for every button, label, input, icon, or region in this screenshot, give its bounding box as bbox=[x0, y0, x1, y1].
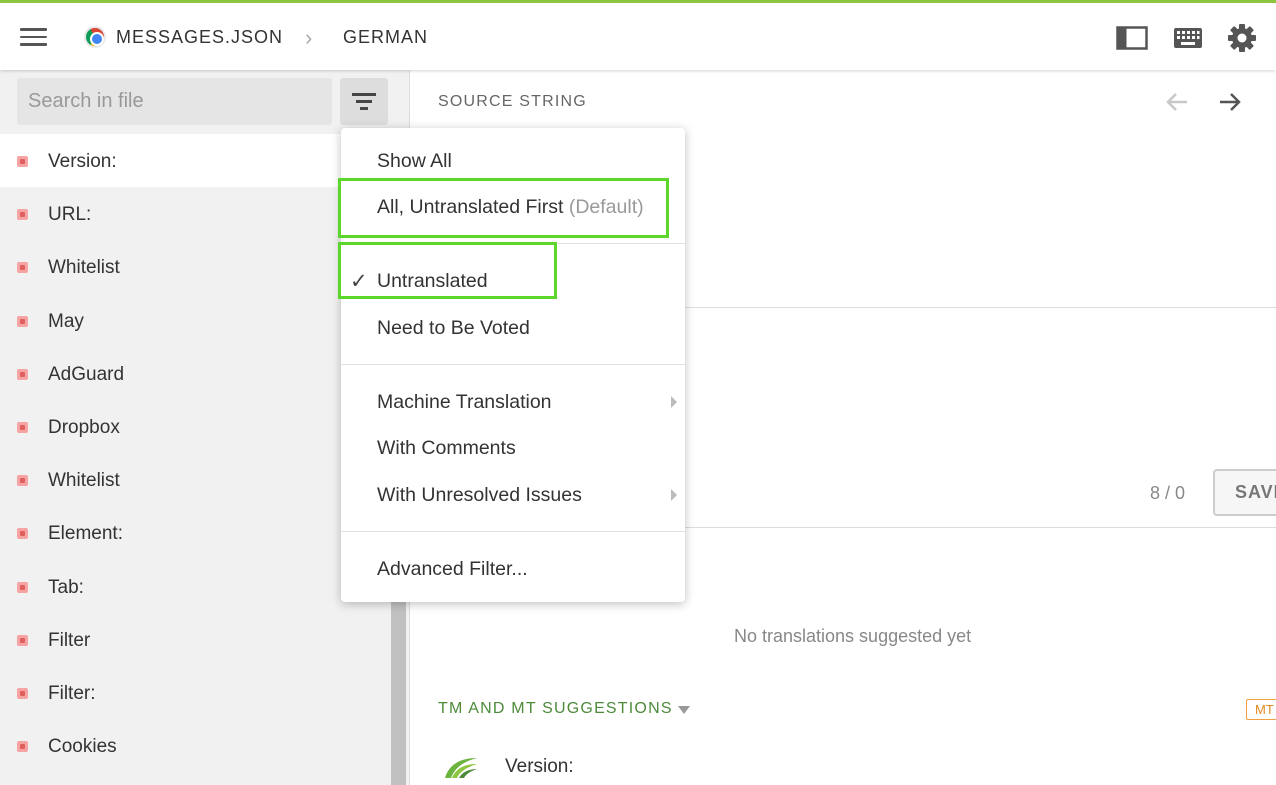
menu-item-with-comments[interactable]: With Comments bbox=[377, 437, 516, 460]
top-bar: MESSAGES.JSON › GERMAN bbox=[0, 0, 1276, 70]
breadcrumb-separator: › bbox=[305, 25, 313, 50]
chrome-icon bbox=[84, 26, 106, 48]
menu-separator bbox=[341, 243, 685, 244]
untranslated-status-icon bbox=[17, 741, 28, 753]
filter-dropdown-menu: Show All All, Untranslated First (Defaul… bbox=[341, 128, 685, 602]
source-string-label: SOURCE STRING bbox=[438, 93, 587, 110]
menu-item-untranslated[interactable]: Untranslated bbox=[377, 270, 488, 293]
translation-memory-logo-icon bbox=[445, 758, 477, 778]
list-item[interactable]: URL: bbox=[0, 187, 390, 240]
menu-separator bbox=[341, 531, 685, 532]
list-item[interactable]: Whitelist bbox=[0, 453, 390, 506]
list-item[interactable]: Version: bbox=[0, 134, 390, 188]
list-item-label: AdGuard bbox=[48, 363, 125, 385]
checkmark-icon: ✓ bbox=[350, 270, 368, 293]
list-item[interactable]: Whitelist bbox=[0, 240, 390, 293]
menu-item-label: All, Untranslated First bbox=[377, 196, 564, 218]
untranslated-status-icon bbox=[17, 687, 28, 699]
list-item-label: Dropbox bbox=[48, 416, 120, 438]
sidebar-layout-icon[interactable] bbox=[1116, 22, 1148, 54]
list-item[interactable]: May bbox=[0, 294, 390, 347]
string-list: Version: URL: Whitelist May AdGuard Drop… bbox=[0, 134, 390, 772]
list-item[interactable]: Filter bbox=[0, 613, 390, 666]
untranslated-status-icon bbox=[17, 634, 28, 646]
untranslated-status-icon bbox=[17, 156, 28, 167]
menu-item-show-all[interactable]: Show All bbox=[377, 150, 452, 173]
save-button[interactable]: SAVE bbox=[1213, 469, 1276, 516]
submenu-arrow-icon bbox=[671, 489, 677, 501]
caret-down-icon[interactable] bbox=[678, 706, 690, 714]
gear-icon[interactable] bbox=[1226, 22, 1258, 54]
arrow-right-icon[interactable] bbox=[1214, 86, 1246, 118]
keyboard-icon[interactable] bbox=[1172, 22, 1204, 54]
tm-suggestion-source[interactable]: Version: bbox=[505, 756, 574, 778]
untranslated-status-icon bbox=[17, 368, 28, 380]
hamburger-icon[interactable] bbox=[20, 28, 47, 48]
untranslated-status-icon bbox=[17, 262, 28, 274]
list-item[interactable]: Dropbox bbox=[0, 400, 390, 453]
menu-item-unresolved-issues[interactable]: With Unresolved Issues bbox=[377, 484, 582, 507]
list-item[interactable]: AdGuard bbox=[0, 347, 390, 400]
list-item-label: Whitelist bbox=[48, 257, 120, 279]
divider bbox=[684, 527, 1276, 528]
list-item[interactable]: Filter: bbox=[0, 666, 390, 719]
list-item[interactable]: Tab: bbox=[0, 560, 390, 613]
untranslated-status-icon bbox=[17, 315, 28, 327]
list-item-label: May bbox=[48, 310, 84, 332]
default-suffix: (Default) bbox=[568, 196, 644, 218]
menu-item-advanced-filter[interactable]: Advanced Filter... bbox=[377, 558, 528, 581]
submenu-arrow-icon bbox=[671, 396, 677, 408]
tm-mt-suggestions-toggle[interactable]: TM AND MT SUGGESTIONS bbox=[438, 700, 673, 718]
menu-separator bbox=[341, 364, 685, 365]
untranslated-status-icon bbox=[17, 475, 28, 487]
search-input[interactable] bbox=[17, 78, 332, 125]
untranslated-status-icon bbox=[17, 581, 28, 593]
filter-button[interactable] bbox=[340, 78, 388, 125]
list-item-label: Filter bbox=[48, 629, 91, 651]
untranslated-status-icon bbox=[17, 421, 28, 433]
divider bbox=[684, 307, 1276, 308]
menu-item-machine-translation[interactable]: Machine Translation bbox=[377, 391, 552, 414]
untranslated-status-icon bbox=[17, 209, 28, 221]
breadcrumb-file[interactable]: MESSAGES.JSON bbox=[116, 27, 283, 48]
breadcrumb-language[interactable]: GERMAN bbox=[343, 27, 428, 48]
menu-item-untranslated-first[interactable]: All, Untranslated First (Default) bbox=[377, 196, 644, 219]
list-item[interactable]: Cookies bbox=[0, 719, 390, 772]
character-counter: 8 / 0 bbox=[1150, 483, 1186, 503]
list-item-label: Element: bbox=[48, 523, 123, 545]
list-item-label: Cookies bbox=[48, 736, 117, 758]
arrow-left-icon[interactable] bbox=[1161, 86, 1193, 118]
list-item-label: Version: bbox=[48, 151, 117, 172]
list-item[interactable]: Element: bbox=[0, 506, 390, 559]
list-item-label: Whitelist bbox=[48, 470, 120, 492]
untranslated-status-icon bbox=[17, 528, 28, 540]
list-item-label: Filter: bbox=[48, 682, 96, 704]
no-translations-message: No translations suggested yet bbox=[734, 626, 972, 646]
list-item-label: Tab: bbox=[48, 576, 84, 598]
menu-item-need-to-be-voted[interactable]: Need to Be Voted bbox=[377, 317, 530, 340]
list-item-label: URL: bbox=[48, 204, 92, 226]
mt-badge: MT bbox=[1246, 699, 1276, 720]
